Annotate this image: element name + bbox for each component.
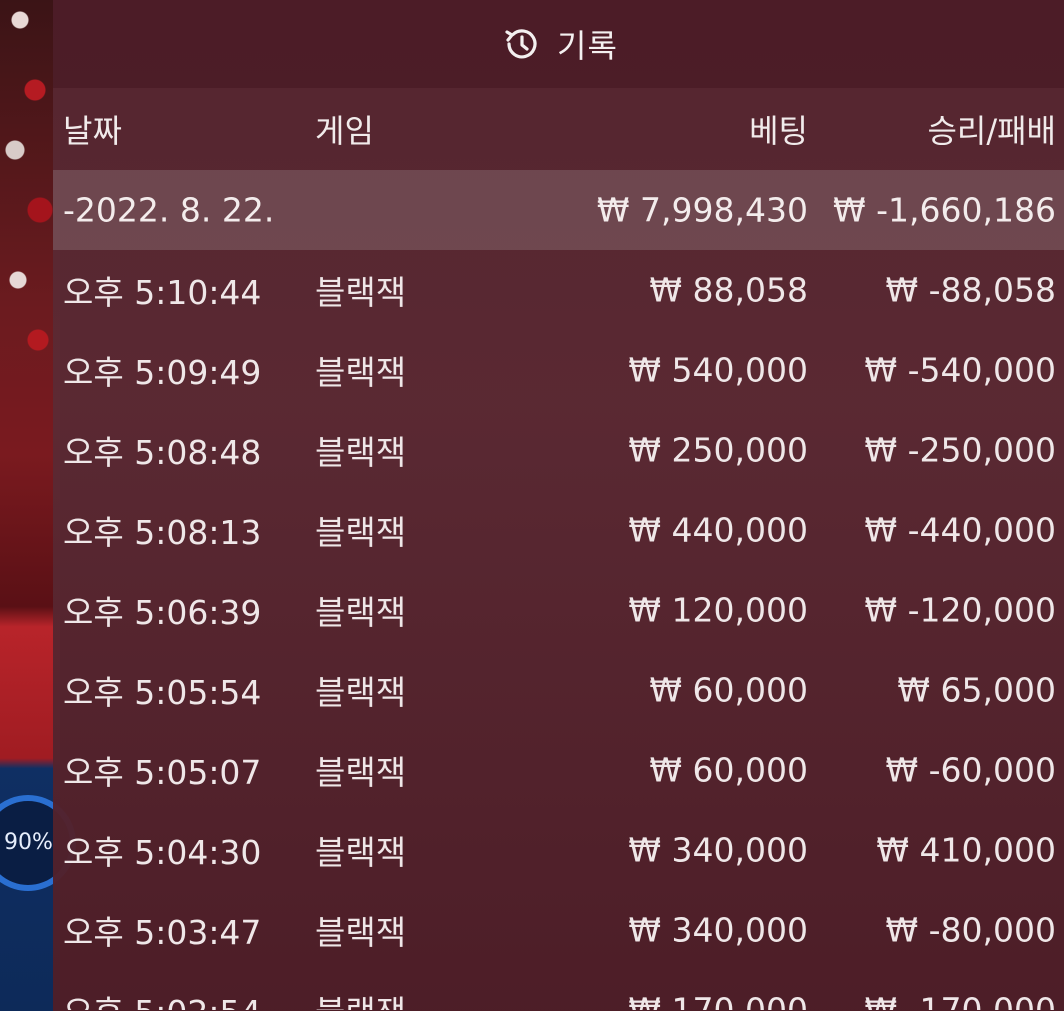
row-result: ₩ -80,000 — [885, 910, 1057, 950]
row-bet: ₩ 540,000 — [628, 350, 808, 390]
row-game: 블랙잭 — [315, 986, 406, 1010]
row-time: 오후 5:05:54 — [63, 673, 262, 712]
row-time: 오후 5:08:13 — [63, 513, 262, 552]
row-bet: ₩ 340,000 — [628, 910, 808, 950]
row-game: 블랙잭 — [315, 353, 407, 392]
row-result: ₩ -60,000 — [885, 750, 1057, 790]
column-header-result[interactable]: 승리/패배 — [927, 106, 1056, 152]
row-bet: ₩ 88,058 — [649, 270, 808, 310]
row-game: 블랙잭 — [315, 753, 407, 792]
summary-date: -2022. 8. 22. — [63, 190, 275, 230]
row-result: ₩ -250,000 — [864, 430, 1057, 470]
row-game: 블랙잭 — [315, 433, 407, 472]
table-row[interactable]: 오후 5:04:30 블랙잭 ₩ 340,000 ₩ 410,000 — [53, 810, 1064, 890]
table-header-row: 날짜 게임 베팅 승리/패배 — [53, 88, 1064, 170]
row-result: ₩ 410,000 — [876, 830, 1056, 870]
column-header-game[interactable]: 게임 — [315, 106, 374, 152]
row-bet: ₩ 250,000 — [628, 430, 808, 470]
row-time: 오후 5:05:07 — [63, 753, 262, 792]
table-row[interactable]: 오후 5:09:49 블랙잭 ₩ 540,000 ₩ -540,000 — [53, 330, 1064, 410]
table-row[interactable]: 오후 5:05:54 블랙잭 ₩ 60,000 ₩ 65,000 — [53, 650, 1064, 730]
table-row[interactable]: 오후 5:05:07 블랙잭 ₩ 60,000 ₩ -60,000 — [53, 730, 1064, 810]
table-row[interactable]: 오후 5:02:54 블랙잭 ₩ 170,000 ₩ -170,000 — [53, 970, 1064, 1011]
history-title: 기록 — [557, 27, 618, 65]
row-time: 오후 5:08:48 — [63, 433, 262, 472]
history-table: 날짜 게임 베팅 승리/패배 -2022. 8. 22. ₩ 7,998,430… — [53, 88, 1064, 1010]
row-bet: ₩ 60,000 — [649, 750, 808, 790]
row-time: 오후 5:03:47 — [63, 913, 262, 952]
row-time: 오후 5:10:44 — [63, 273, 262, 312]
history-icon — [499, 22, 543, 66]
row-game: 블랙잭 — [315, 273, 407, 312]
row-result: ₩ -440,000 — [864, 510, 1057, 550]
summary-result-total: ₩ -1,660,186 — [833, 190, 1056, 230]
date-summary-row[interactable]: -2022. 8. 22. ₩ 7,998,430 ₩ -1,660,186 — [53, 170, 1064, 250]
row-result: ₩ -170,000 — [864, 990, 1057, 1011]
row-result: ₩ -88,058 — [885, 270, 1057, 310]
row-game: 블랙잭 — [315, 593, 407, 632]
row-time: 오후 5:06:39 — [63, 593, 262, 632]
row-bet: ₩ 340,000 — [628, 830, 808, 870]
row-result: ₩ -540,000 — [864, 350, 1057, 390]
row-time: 오후 5:04:30 — [63, 833, 262, 872]
table-row[interactable]: 오후 5:03:47 블랙잭 ₩ 340,000 ₩ -80,000 — [53, 890, 1064, 970]
row-game: 블랙잭 — [315, 833, 407, 872]
row-bet: ₩ 440,000 — [628, 510, 808, 550]
row-bet: ₩ 120,000 — [628, 590, 808, 630]
table-row[interactable]: 오후 5:08:48 블랙잭 ₩ 250,000 ₩ -250,000 — [53, 410, 1064, 490]
history-rows: 오후 5:10:44 블랙잭 ₩ 88,058 ₩ -88,058 오후 5:09:49… — [53, 250, 1064, 1011]
row-result: ₩ 65,000 — [897, 670, 1056, 710]
row-bet: ₩ 170,000 — [628, 990, 808, 1011]
row-game: 블랙잭 — [315, 513, 407, 552]
row-game: 블랙잭 — [315, 913, 407, 952]
table-row[interactable]: 오후 5:10:44 블랙잭 ₩ 88,058 ₩ -88,058 — [53, 250, 1064, 330]
history-panel: 기록 날짜 게임 베팅 승리/패배 -2022. 8. 22. ₩ 7,998,… — [53, 0, 1064, 1011]
summary-bet-total: ₩ 7,998,430 — [596, 190, 808, 230]
history-header: 기록 — [53, 0, 1064, 88]
screen: 90% 기록 날짜 게임 베팅 승리/패배 -2022. 8. 22. ₩ 7,… — [0, 0, 1064, 1011]
column-header-bet[interactable]: 베팅 — [749, 106, 808, 152]
row-time: 오후 5:02:54 — [63, 986, 261, 1010]
progress-percent: 90% — [4, 830, 53, 855]
table-row[interactable]: 오후 5:06:39 블랙잭 ₩ 120,000 ₩ -120,000 — [53, 570, 1064, 650]
row-result: ₩ -120,000 — [864, 590, 1057, 630]
row-bet: ₩ 60,000 — [649, 670, 808, 710]
column-header-date[interactable]: 날짜 — [63, 106, 122, 152]
row-game: 블랙잭 — [315, 673, 407, 712]
table-row[interactable]: 오후 5:08:13 블랙잭 ₩ 440,000 ₩ -440,000 — [53, 490, 1064, 570]
row-time: 오후 5:09:49 — [63, 353, 262, 392]
